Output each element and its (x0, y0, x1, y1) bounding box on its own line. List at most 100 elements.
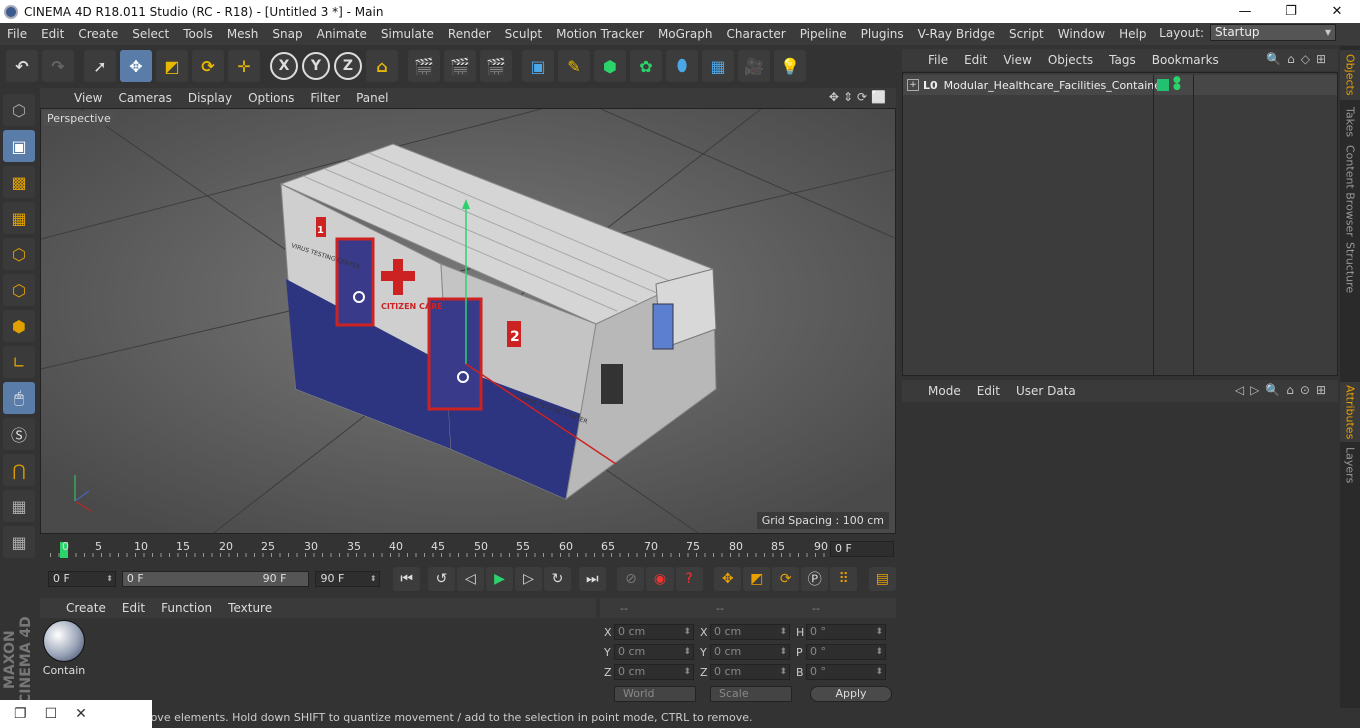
viewport-menu-cameras[interactable]: Cameras (110, 91, 179, 105)
scale-key-icon[interactable]: ◩ (743, 567, 771, 591)
grid-snap-icon[interactable]: ▦ (3, 526, 35, 558)
previous-frame-icon[interactable]: ◁ (456, 567, 484, 591)
undo-icon[interactable]: ↶ (6, 50, 38, 82)
timeline-track[interactable]: 0 5 10 15 20 25 30 35 40 45 50 55 60 65 … (50, 540, 828, 558)
close-icon[interactable]: ✕ (75, 706, 87, 722)
position-x-field[interactable]: 0 cm (614, 624, 694, 640)
redo-icon[interactable]: ↷ (42, 50, 74, 82)
tab-layers[interactable]: Layers (1340, 444, 1360, 486)
material-menu-edit[interactable]: Edit (114, 601, 153, 615)
rotation-key-icon[interactable]: ⟳ (772, 567, 800, 591)
objects-menu-objects[interactable]: Objects (1040, 53, 1101, 67)
menu-window[interactable]: Window (1051, 27, 1112, 41)
position-key-icon[interactable]: ✥ (714, 567, 742, 591)
world-dropdown[interactable]: World (614, 686, 696, 702)
menu-script[interactable]: Script (1002, 27, 1051, 41)
polygons-mode-icon[interactable]: ⬢ (3, 310, 35, 342)
model-mode-icon[interactable]: ▣ (3, 130, 35, 162)
next-frame-icon[interactable]: ▷ (514, 567, 542, 591)
floor-icon[interactable]: ▦ (702, 50, 734, 82)
scale-tool-icon[interactable]: ◩ (156, 50, 188, 82)
edges-mode-icon[interactable]: ⬡ (3, 274, 35, 306)
timeline[interactable]: 0 5 10 15 20 25 30 35 40 45 50 55 60 65 … (40, 536, 896, 562)
visibility-dots-icon[interactable]: ● ● (1173, 76, 1181, 92)
attributes-menu-user-data[interactable]: User Data (1008, 384, 1084, 398)
position-y-field[interactable]: 0 cm (614, 644, 694, 660)
layer-color-icon[interactable] (1157, 79, 1169, 91)
point-level-key-icon[interactable]: ⠿ (830, 567, 858, 591)
objects-menu-file[interactable]: File (920, 53, 956, 67)
next-key-icon[interactable]: ↻ (543, 567, 571, 591)
material-item[interactable]: Contain (42, 620, 86, 678)
menu-pipeline[interactable]: Pipeline (793, 27, 854, 41)
size-x-field[interactable]: 0 cm (710, 624, 790, 640)
attributes-menu-mode[interactable]: Mode (920, 384, 969, 398)
close-button[interactable]: ✕ (1314, 0, 1360, 23)
render-settings-icon[interactable]: 🎬 (480, 50, 512, 82)
go-to-end-icon[interactable]: ⏭ (578, 567, 606, 591)
menu-tools[interactable]: Tools (176, 27, 220, 41)
size-z-field[interactable]: 0 cm (710, 664, 790, 680)
material-menu-texture[interactable]: Texture (220, 601, 280, 615)
timeline-window-icon[interactable]: ▤ (868, 567, 896, 591)
play-icon[interactable]: ▶ (485, 567, 513, 591)
grid-lock-icon[interactable]: ▦ (3, 490, 35, 522)
rotation-p-field[interactable]: 0 ° (806, 644, 886, 660)
subdivision-icon[interactable]: ⬢ (594, 50, 626, 82)
tab-structure[interactable]: Structure (1340, 240, 1360, 296)
move-tool-icon[interactable]: ✥ (120, 50, 152, 82)
object-row[interactable]: + L0 Modular_Healthcare_Facilities_Conta… (903, 75, 1337, 375)
current-frame-field[interactable]: 0 F (830, 541, 894, 557)
viewport-menu-display[interactable]: Display (180, 91, 240, 105)
maximize-button[interactable]: ❐ (1268, 0, 1314, 23)
menu-mograph[interactable]: MoGraph (651, 27, 720, 41)
y-axis-lock-icon[interactable]: Y (302, 52, 330, 80)
menu-simulate[interactable]: Simulate (374, 27, 441, 41)
material-menu-function[interactable]: Function (153, 601, 220, 615)
cloner-icon[interactable]: ✿ (630, 50, 662, 82)
previous-key-icon[interactable]: ↺ (427, 567, 455, 591)
layout-dropdown[interactable]: Startup (1210, 24, 1336, 41)
menu-help[interactable]: Help (1112, 27, 1153, 41)
light-icon[interactable]: 💡 (774, 50, 806, 82)
minimize-button[interactable]: — (1222, 0, 1268, 23)
3d-viewport[interactable]: CITIZEN CARE VIRUS TESTING CENTER VIRUS … (40, 108, 896, 534)
attribute-manager-icons[interactable]: ◁▷🔍⌂⊙⊞ (1235, 383, 1332, 397)
axis-mode-icon[interactable]: ∟ (3, 346, 35, 378)
menu-edit[interactable]: Edit (34, 27, 71, 41)
expand-icon[interactable]: + (907, 79, 919, 91)
tweak-mode-icon[interactable]: 🖱 (3, 382, 35, 414)
make-editable-icon[interactable]: ⬡ (3, 94, 35, 126)
tab-objects[interactable]: Objects (1340, 50, 1360, 100)
x-axis-lock-icon[interactable]: X (270, 52, 298, 80)
size-y-field[interactable]: 0 cm (710, 644, 790, 660)
scale-dropdown[interactable]: Scale (710, 686, 792, 702)
menu-create[interactable]: Create (71, 27, 125, 41)
z-axis-lock-icon[interactable]: Z (334, 52, 362, 80)
menu-motion-tracker[interactable]: Motion Tracker (549, 27, 651, 41)
menu-snap[interactable]: Snap (265, 27, 309, 41)
maximize-icon[interactable]: ☐ (45, 706, 58, 722)
render-picture-viewer-icon[interactable]: 🎬 (444, 50, 476, 82)
frame-range-slider[interactable]: 0 F 90 F (121, 571, 310, 587)
rotation-b-field[interactable]: 0 ° (806, 664, 886, 680)
menu-character[interactable]: Character (719, 27, 792, 41)
menu-animate[interactable]: Animate (310, 27, 374, 41)
start-frame-field[interactable]: 0 F ⬍ (48, 571, 116, 587)
autokey-icon[interactable]: ◉ (646, 567, 674, 591)
restore-icon[interactable]: ❐ (14, 706, 27, 722)
menu-sculpt[interactable]: Sculpt (498, 27, 549, 41)
magnet-icon[interactable]: ⋂ (3, 454, 35, 486)
record-keys-icon[interactable]: ⊘ (617, 567, 645, 591)
viewport-menu-view[interactable]: View (66, 91, 110, 105)
move-last-tool-icon[interactable]: ✛ (228, 50, 260, 82)
rotate-tool-icon[interactable]: ⟳ (192, 50, 224, 82)
menu-select[interactable]: Select (125, 27, 176, 41)
position-z-field[interactable]: 0 cm (614, 664, 694, 680)
rotation-h-field[interactable]: 0 ° (806, 624, 886, 640)
viewport-menu-options[interactable]: Options (240, 91, 302, 105)
object-manager-icons[interactable]: 🔍⌂◇⊞ (1266, 52, 1332, 66)
objects-menu-edit[interactable]: Edit (956, 53, 995, 67)
objects-menu-view[interactable]: View (995, 53, 1039, 67)
select-tool-icon[interactable]: ➚ (84, 50, 116, 82)
